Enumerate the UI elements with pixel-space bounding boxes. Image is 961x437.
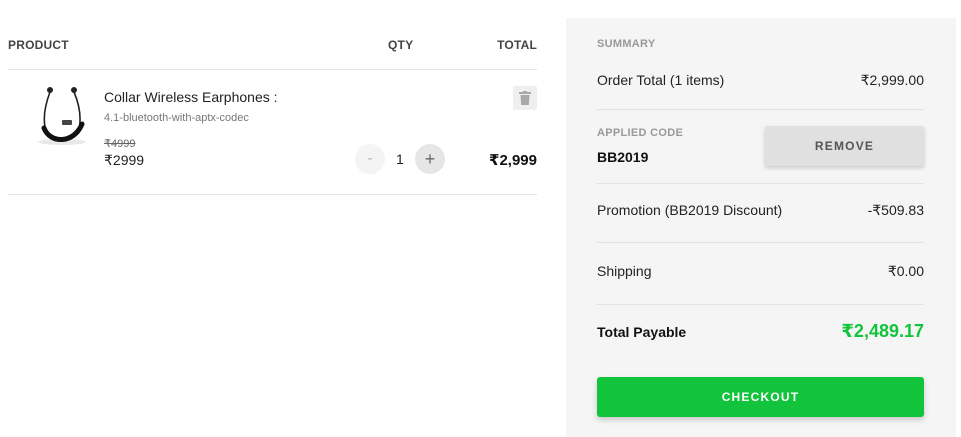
applied-code: BB2019 [597,149,649,165]
cart-panel: PRODUCT QTY TOTAL Collar Wireless Earpho… [8,0,537,437]
summary-divider [597,304,924,305]
order-total-value: ₹2,999.00 [860,72,924,88]
earphones-icon[interactable] [36,84,88,146]
promotion-label: Promotion (BB2019 Discount) [597,202,783,218]
summary-divider [597,109,924,110]
summary-title: SUMMARY [597,38,656,50]
trash-icon [519,91,531,105]
cart-item: Collar Wireless Earphones : 4.1-bluetoot… [8,70,537,194]
cart-header: PRODUCT QTY TOTAL [8,38,537,52]
summary-divider [597,242,924,243]
increase-quantity-button[interactable]: + [415,144,445,174]
product-name[interactable]: Collar Wireless Earphones : [104,89,278,105]
item-divider [8,194,537,195]
summary-divider [597,183,924,184]
product-column-header: PRODUCT [8,38,69,52]
shipping-value: ₹0.00 [887,263,924,279]
delete-item-button[interactable] [513,86,537,110]
remove-code-button[interactable]: REMOVE [765,126,924,166]
total-payable-label: Total Payable [597,324,687,340]
decrease-quantity-button[interactable]: - [355,144,385,174]
sale-price: ₹2999 [104,152,145,168]
original-price: ₹4999 [104,138,136,150]
order-total-label: Order Total (1 items) [597,72,725,88]
total-column-header: TOTAL [497,38,537,52]
promotion-value: -₹509.83 [867,202,924,218]
qty-column-header: QTY [388,38,414,52]
product-variant: 4.1-bluetooth-with-aptx-codec [104,112,249,124]
total-payable-value: ₹2,489.17 [841,321,924,341]
applied-code-caption: APPLIED CODE [597,127,684,139]
checkout-button[interactable]: CHECKOUT [597,377,924,417]
item-total-price: ₹2,999 [489,152,537,169]
summary-panel: SUMMARY Order Total (1 items) ₹2,999.00 … [566,18,956,437]
quantity-value: 1 [396,151,404,167]
shipping-label: Shipping [597,263,652,279]
